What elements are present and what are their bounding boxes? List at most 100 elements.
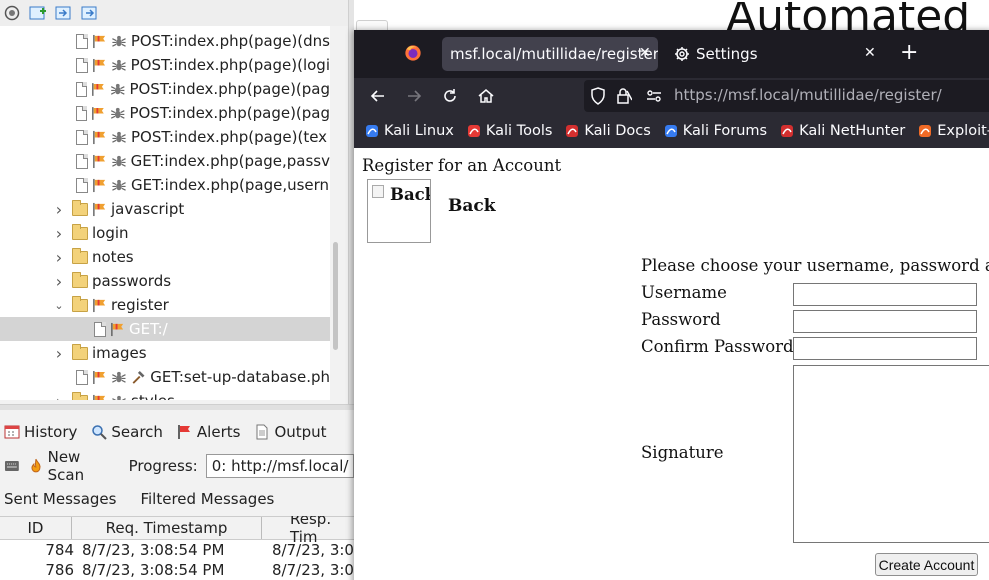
sites-tree-scrollbar[interactable] <box>330 26 342 400</box>
confirm-password-field[interactable] <box>793 337 977 360</box>
tab-alerts[interactable]: Alerts <box>177 423 251 441</box>
new-context-icon[interactable] <box>28 4 48 22</box>
tab-output[interactable]: Output <box>254 423 336 441</box>
shield-icon[interactable] <box>590 87 606 105</box>
bookmark-exploit-db[interactable]: Exploit-DB <box>917 123 989 139</box>
table-cell: 8/7/23, 3:0 <box>272 561 354 579</box>
alert-flag-icon <box>93 130 106 144</box>
close-settings-tab-icon[interactable]: ✕ <box>864 45 876 61</box>
permissions-icon[interactable] <box>646 89 662 103</box>
sites-tree[interactable]: POST:index.php(page)(dns POST:index.php(p… <box>0 26 330 400</box>
output-icon <box>256 424 268 440</box>
back-image-link[interactable]: Back <box>367 179 431 243</box>
tree-folder[interactable]: › passwords <box>0 269 330 293</box>
password-field[interactable] <box>793 310 977 333</box>
tree-folder[interactable]: ⌄ register <box>0 293 330 317</box>
folder-icon <box>72 343 88 360</box>
history-icon <box>4 425 20 439</box>
tab-filtered-messages[interactable]: Filtered Messages <box>140 490 274 508</box>
column-header-req-timestamp[interactable]: Req. Timestamp <box>72 517 262 539</box>
tab-settings[interactable]: Settings <box>670 37 888 71</box>
active-scan-toolbar: New Scan Progress: 0: http://msf.local/ <box>0 448 354 484</box>
export-context-icon[interactable] <box>80 4 100 22</box>
alerts-flag-icon <box>178 425 190 439</box>
new-scan-button[interactable]: New Scan <box>28 448 121 484</box>
table-row[interactable]: 784 8/7/23, 3:08:54 PM 8/7/23, 3:0 <box>0 540 354 560</box>
bookmarks-toolbar: Kali Linux Kali Tools Kali Docs Kali Forums… <box>354 114 989 148</box>
tab-sent-messages[interactable]: Sent Messages <box>4 490 116 508</box>
progress-scan-select[interactable]: 0: http://msf.local/ <box>205 454 354 478</box>
tree-node[interactable]: POST:index.php(page)(logi <box>0 53 330 77</box>
create-account-button[interactable]: Create Account <box>875 553 978 576</box>
target-icon[interactable] <box>2 4 22 22</box>
bookmark-kali-linux[interactable]: Kali Linux <box>364 123 454 139</box>
forward-button[interactable] <box>404 86 424 106</box>
tree-folder[interactable]: › javascript <box>0 197 330 221</box>
table-row[interactable]: 786 8/7/23, 3:08:54 PM 8/7/23, 3:0 <box>0 560 354 580</box>
chevron-right-icon[interactable]: › <box>52 392 66 401</box>
kali-tools-icon <box>467 125 480 137</box>
tree-node[interactable]: GET:/ <box>0 317 330 341</box>
scrollbar-thumb[interactable] <box>333 242 338 350</box>
folder-icon <box>72 391 88 400</box>
bookmark-kali-forums[interactable]: Kali Forums <box>663 123 767 139</box>
tree-folder[interactable]: › notes <box>0 245 330 269</box>
tab-register[interactable]: msf.local/mutillidae/register/ <box>442 37 658 71</box>
tree-node[interactable]: POST:index.php(page)(pag <box>0 77 330 101</box>
tree-node[interactable]: POST:index.php(page)(pag <box>0 101 330 125</box>
home-button[interactable] <box>476 86 496 106</box>
signature-textarea[interactable] <box>793 365 989 543</box>
site-tree-toolbar <box>0 0 354 26</box>
chevron-down-icon[interactable]: ⌄ <box>52 298 66 312</box>
keyboard-icon <box>4 461 19 471</box>
tree-folder[interactable]: › images <box>0 341 330 365</box>
alert-flag-icon <box>93 34 106 48</box>
chevron-right-icon[interactable]: › <box>52 248 66 267</box>
signature-label: Signature <box>641 443 724 462</box>
back-image-alt: Back <box>390 185 430 204</box>
tree-node[interactable]: POST:index.php(page)(tex <box>0 125 330 149</box>
tree-node-label: javascript <box>111 200 185 218</box>
tab-history[interactable]: History <box>4 423 87 441</box>
arrow-right-icon <box>408 90 422 102</box>
tree-folder[interactable]: › styles <box>0 389 330 400</box>
tree-node[interactable]: GET:index.php(page,usern <box>0 173 330 197</box>
column-header-resp-timestamp[interactable]: Resp. Tim <box>262 516 354 546</box>
tree-node[interactable]: GET:index.php(page,passv <box>0 149 330 173</box>
import-context-icon[interactable] <box>54 4 74 22</box>
form-instructions: Please choose your username, password an… <box>641 256 989 275</box>
bookmark-label: Kali Forums <box>682 123 768 139</box>
chevron-right-icon[interactable]: › <box>52 200 66 219</box>
page-icon <box>75 105 88 121</box>
back-link[interactable]: Back <box>448 196 496 216</box>
tree-node-label: POST:index.php(page)(pag <box>129 104 330 122</box>
chevron-right-icon[interactable]: › <box>52 224 66 243</box>
username-field[interactable] <box>793 283 977 306</box>
lock-warning-icon[interactable] <box>616 87 632 105</box>
tree-node[interactable]: POST:index.php(page)(dns <box>0 29 330 53</box>
tree-node-label: POST:index.php(page)(pag <box>129 80 330 98</box>
bookmark-kali-tools[interactable]: Kali Tools <box>466 123 552 139</box>
firefox-logo-icon[interactable] <box>404 44 422 62</box>
close-tab-icon[interactable]: ✕ <box>639 45 651 61</box>
bookmark-kali-docs[interactable]: Kali Docs <box>564 123 651 139</box>
tree-node[interactable]: GET:set-up-database.ph <box>0 365 330 389</box>
firefox-nav-bar: https://msf.local/mutillidae/register/ <box>354 78 989 114</box>
reload-icon <box>444 89 456 102</box>
tab-search[interactable]: Search <box>91 423 173 441</box>
reload-button[interactable] <box>440 86 460 106</box>
new-tab-button[interactable]: + <box>900 42 918 64</box>
tree-folder[interactable]: › login <box>0 221 330 245</box>
spider-icon <box>112 35 126 47</box>
messages-table: ID Req. Timestamp Resp. Tim 784 8/7/23, 3… <box>0 516 354 580</box>
url-bar[interactable]: https://msf.local/mutillidae/register/ <box>584 80 989 112</box>
bookmark-kali-nethunter[interactable]: Kali NetHunter <box>779 123 905 139</box>
chevron-right-icon[interactable]: › <box>52 272 66 291</box>
page-icon <box>75 33 88 49</box>
back-button[interactable] <box>368 86 388 106</box>
chevron-right-icon[interactable]: › <box>52 344 66 363</box>
horizontal-splitter[interactable] <box>0 404 354 410</box>
alert-flag-icon <box>92 82 105 96</box>
page-icon <box>75 81 88 97</box>
column-header-id[interactable]: ID <box>0 517 72 539</box>
